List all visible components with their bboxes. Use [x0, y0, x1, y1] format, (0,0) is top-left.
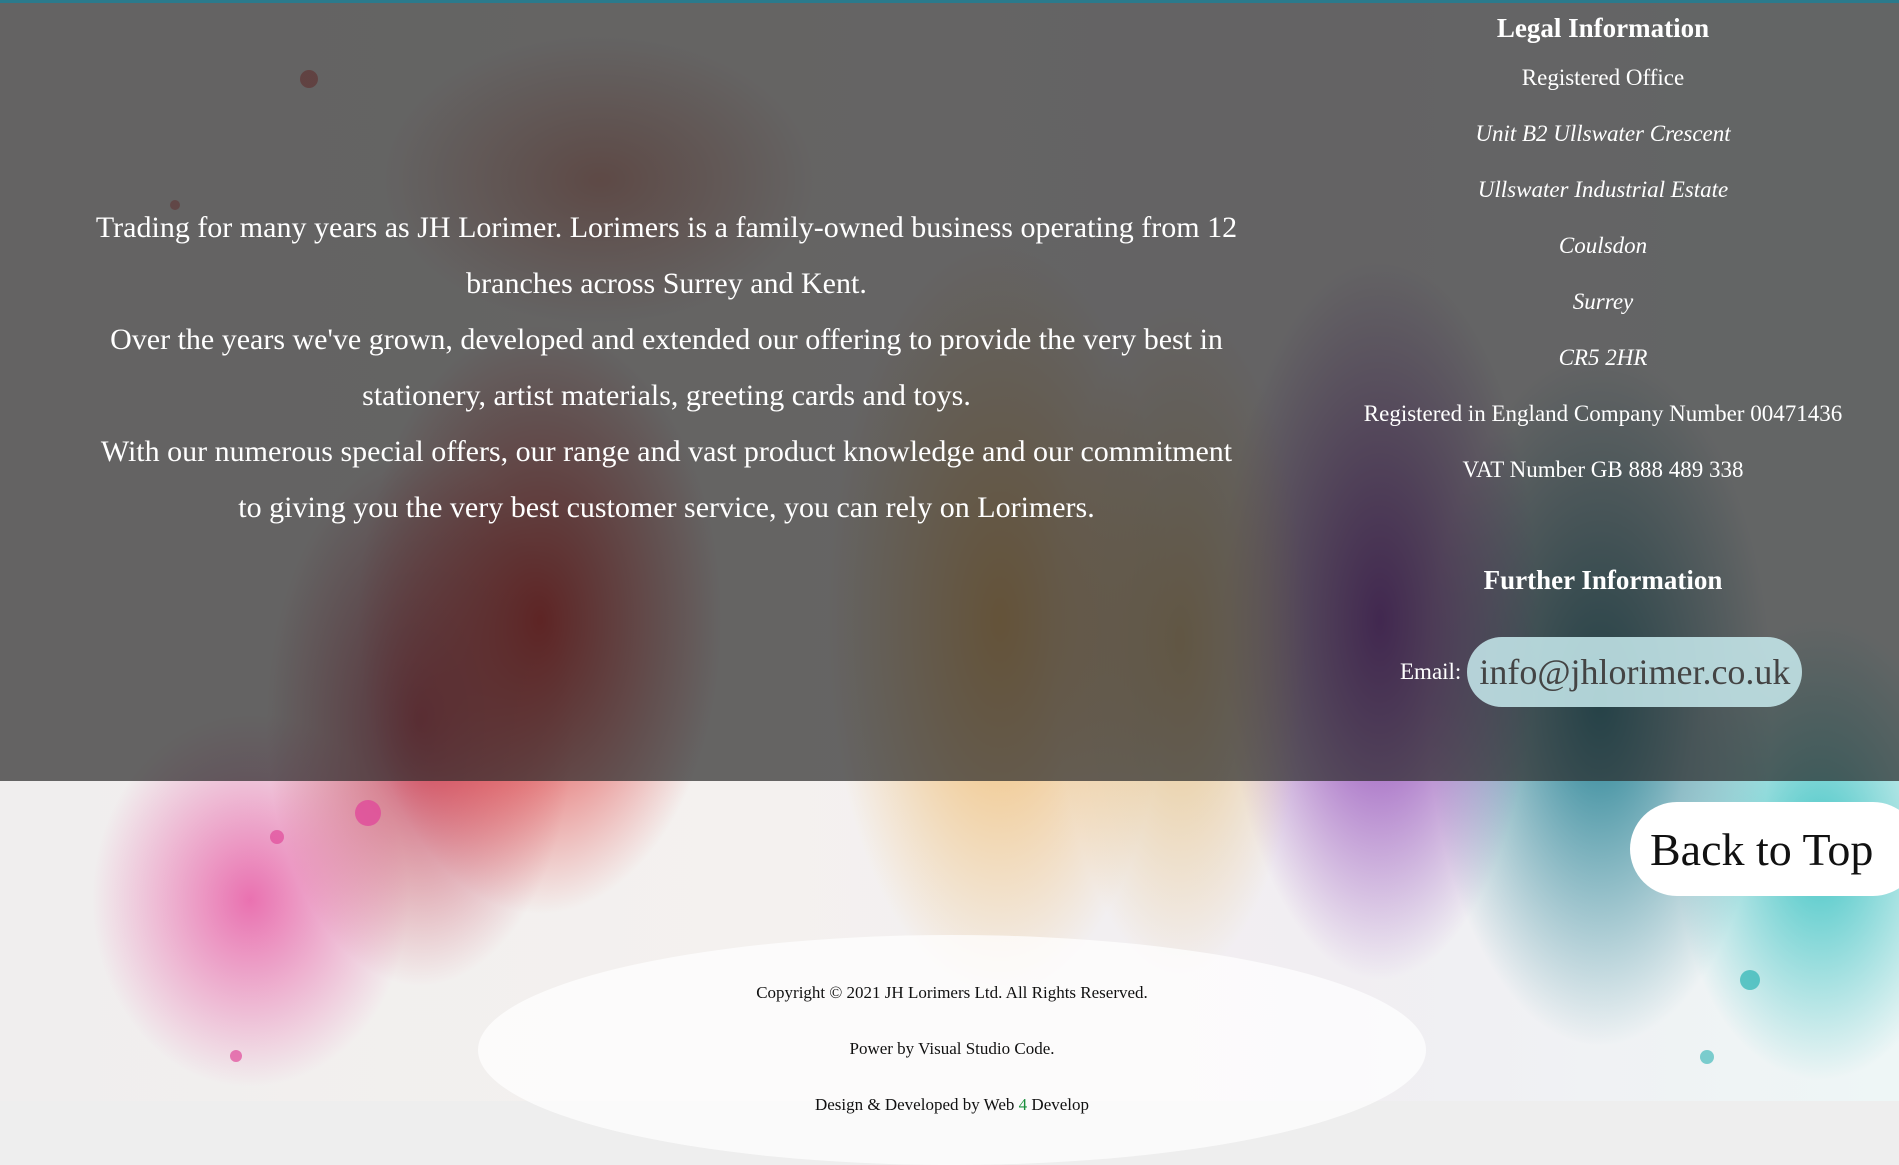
credit-accent: 4: [1018, 1095, 1028, 1114]
further-information-heading: Further Information: [1483, 565, 1723, 595]
address-line: Coulsdon: [1558, 233, 1648, 258]
email-label: Email:: [1400, 659, 1462, 684]
registered-office-label: Registered Office: [1521, 65, 1685, 90]
top-border: [0, 0, 1899, 3]
footer: Copyright © 2021 JH Lorimers Ltd. All Ri…: [478, 965, 1426, 1133]
address-line: Surrey: [1572, 289, 1634, 314]
email-link[interactable]: info@jhlorimer.co.uk: [1467, 637, 1803, 707]
address-line: Unit B2 Ullswater Crescent: [1475, 121, 1731, 146]
about-section: Trading for many years as JH Lorimer. Lo…: [90, 200, 1243, 536]
address-line: CR5 2HR: [1558, 345, 1648, 370]
legal-information: Legal Information Registered Office Unit…: [1318, 6, 1888, 498]
back-to-top-button[interactable]: Back to Top: [1630, 802, 1899, 896]
legal-heading: Legal Information: [1496, 13, 1710, 43]
about-paragraph-1: Trading for many years as JH Lorimer. Lo…: [95, 211, 1238, 300]
copyright-text: Copyright © 2021 JH Lorimers Ltd. All Ri…: [756, 983, 1148, 1002]
email-row: Email: info@jhlorimer.co.uk: [1400, 637, 1803, 707]
vat-number: VAT Number GB 888 489 338: [1462, 457, 1744, 482]
credit-prefix: Design & Developed by Web: [814, 1095, 1015, 1114]
powered-by-text: Power by Visual Studio Code.: [849, 1039, 1055, 1058]
credit-suffix: Develop: [1027, 1095, 1090, 1114]
developer-credit: Design & Developed by Web 4 Develop: [478, 1077, 1426, 1133]
address-line: Ullswater Industrial Estate: [1477, 177, 1729, 202]
about-paragraph-3: With our numerous special offers, our ra…: [100, 435, 1233, 524]
company-number: Registered in England Company Number 004…: [1363, 401, 1843, 426]
about-paragraph-2: Over the years we've grown, developed an…: [110, 323, 1223, 412]
